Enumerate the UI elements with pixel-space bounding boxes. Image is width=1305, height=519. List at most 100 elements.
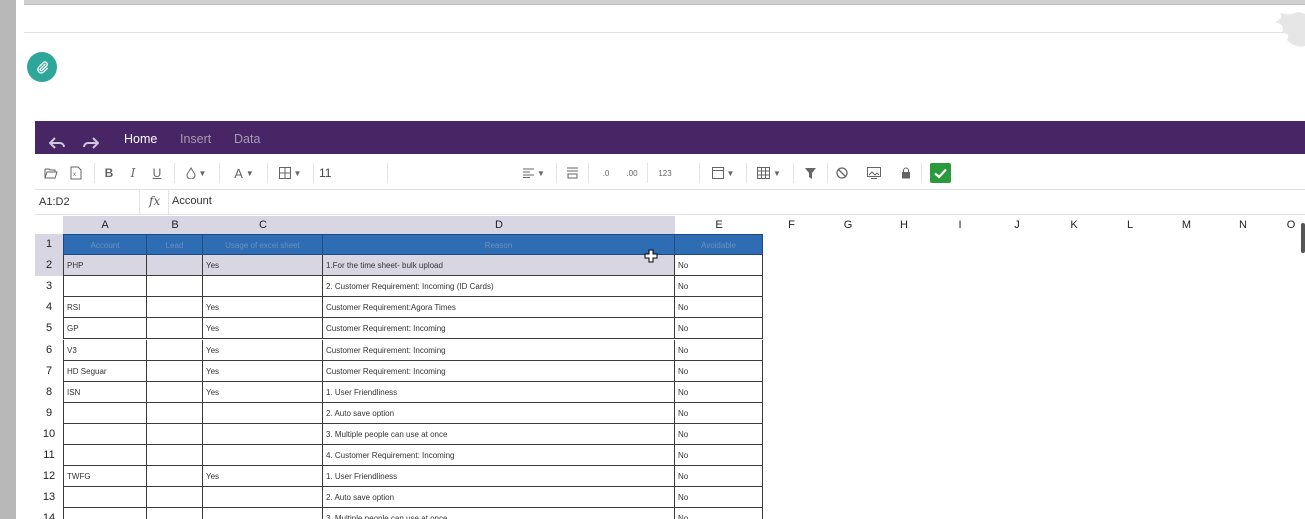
table-cell[interactable]: Yes	[203, 382, 323, 403]
table-cell[interactable]: PHP	[63, 255, 147, 276]
table-cell[interactable]	[63, 276, 147, 297]
table-cell[interactable]	[203, 403, 323, 424]
table-cell[interactable]	[203, 276, 323, 297]
save-checkmark-icon[interactable]	[930, 163, 951, 183]
header-cell[interactable]: Avoidable	[675, 234, 763, 255]
fill-color-icon[interactable]: ▼	[183, 164, 209, 182]
column-header-j[interactable]: J	[988, 216, 1046, 234]
column-header-c[interactable]: C	[203, 216, 323, 234]
table-cell[interactable]	[147, 445, 203, 466]
open-file-icon[interactable]	[43, 164, 59, 182]
table-cell[interactable]: Yes	[203, 297, 323, 318]
table-cell[interactable]: No	[675, 297, 763, 318]
table-cell[interactable]: No	[675, 403, 763, 424]
row-header[interactable]: 5	[35, 318, 63, 339]
align-left-icon[interactable]: ▼	[521, 164, 547, 182]
column-header-b[interactable]: B	[147, 216, 203, 234]
row-header[interactable]: 4	[35, 297, 63, 318]
row-header[interactable]: 11	[35, 445, 63, 466]
vertical-scrollbar[interactable]	[1301, 223, 1305, 253]
header-cell[interactable]: Usage of excel sheet	[203, 234, 323, 255]
table-cell[interactable]: ISN	[63, 382, 147, 403]
table-cell[interactable]	[147, 361, 203, 382]
table-cell[interactable]: TWFG	[63, 466, 147, 487]
table-cell[interactable]	[147, 487, 203, 508]
table-cell[interactable]	[147, 403, 203, 424]
row-header[interactable]: 1	[35, 234, 63, 255]
undo-icon[interactable]	[49, 136, 65, 150]
font-color-icon[interactable]: A ▼	[230, 164, 258, 182]
column-header-h[interactable]: H	[876, 216, 932, 234]
column-header-n[interactable]: N	[1215, 216, 1271, 234]
italic-icon[interactable]: I	[126, 164, 140, 182]
clear-icon[interactable]	[835, 164, 849, 182]
row-header[interactable]: 12	[35, 466, 63, 487]
table-cell[interactable]: GP	[63, 318, 147, 339]
row-header[interactable]: 2	[35, 255, 63, 276]
table-cell[interactable]	[63, 508, 147, 519]
row-header[interactable]: 3	[35, 276, 63, 297]
attach-button[interactable]	[27, 52, 57, 82]
redo-icon[interactable]	[83, 136, 99, 150]
lock-icon[interactable]	[899, 164, 913, 182]
table-cell[interactable]	[63, 424, 147, 445]
tab-home[interactable]: Home	[124, 132, 157, 146]
increase-decimal-icon[interactable]: .00	[624, 164, 640, 182]
column-header-g[interactable]: G	[820, 216, 876, 234]
underline-icon[interactable]: U	[150, 164, 164, 182]
table-cell[interactable]: Customer Requirement:Agora Times	[323, 297, 675, 318]
table-cell[interactable]: 2. Customer Requirement: Incoming (ID Ca…	[323, 276, 675, 297]
table-cell[interactable]	[203, 487, 323, 508]
table-cell[interactable]: No	[675, 466, 763, 487]
borders-icon[interactable]: ▼	[276, 164, 304, 182]
table-cell[interactable]	[147, 318, 203, 339]
row-header[interactable]: 9	[35, 403, 63, 424]
filter-icon[interactable]	[803, 164, 817, 182]
column-header-k[interactable]: K	[1046, 216, 1102, 234]
table-cell[interactable]: 3. Multiple people can use at once	[323, 424, 675, 445]
column-header-e[interactable]: E	[675, 216, 763, 234]
header-cell[interactable]: Lead	[147, 234, 203, 255]
table-cell[interactable]: Customer Requirement: Incoming	[323, 318, 675, 339]
table-cell[interactable]: RSI	[63, 297, 147, 318]
table-cell[interactable]: No	[675, 487, 763, 508]
tab-insert[interactable]: Insert	[180, 132, 211, 146]
table-cell[interactable]	[63, 487, 147, 508]
table-cell[interactable]: 1. User Friendliness	[323, 382, 675, 403]
wrap-text-icon[interactable]	[565, 164, 579, 182]
table-cell[interactable]: 1. User Friendliness	[323, 466, 675, 487]
table-cell[interactable]: No	[675, 445, 763, 466]
table-cell[interactable]: No	[675, 318, 763, 339]
header-cell[interactable]: Account	[63, 234, 147, 255]
bold-icon[interactable]: B	[102, 164, 116, 182]
insert-image-icon[interactable]	[866, 164, 882, 182]
row-header[interactable]: 13	[35, 487, 63, 508]
header-cell[interactable]: Reason	[323, 234, 675, 255]
table-cell[interactable]	[147, 297, 203, 318]
formula-input[interactable]: Account	[168, 190, 1298, 215]
table-cell[interactable]	[147, 255, 203, 276]
table-cell[interactable]: Customer Requirement: Incoming	[323, 361, 675, 382]
table-cell[interactable]: Yes	[203, 466, 323, 487]
table-cell[interactable]	[147, 340, 203, 361]
table-cell[interactable]	[63, 403, 147, 424]
merge-cells-icon[interactable]: ▼	[755, 164, 783, 182]
table-cell[interactable]: No	[675, 424, 763, 445]
row-header[interactable]: 10	[35, 424, 63, 445]
table-cell[interactable]: 2. Auto save option	[323, 403, 675, 424]
column-header-d[interactable]: D	[323, 216, 675, 234]
row-header[interactable]: 14	[35, 508, 63, 519]
column-header-a[interactable]: A	[63, 216, 147, 234]
table-cell[interactable]	[203, 508, 323, 519]
table-cell[interactable]: V3	[63, 340, 147, 361]
table-cell[interactable]: Customer Requirement: Incoming	[323, 340, 675, 361]
cell-format-icon[interactable]: ▼	[709, 164, 737, 182]
table-cell[interactable]	[147, 382, 203, 403]
table-cell[interactable]: Yes	[203, 340, 323, 361]
name-box[interactable]: A1:D2	[35, 190, 140, 215]
table-cell[interactable]	[147, 424, 203, 445]
table-cell[interactable]: Yes	[203, 318, 323, 339]
table-cell[interactable]	[147, 466, 203, 487]
table-cell[interactable]: No	[675, 276, 763, 297]
table-cell[interactable]	[203, 424, 323, 445]
